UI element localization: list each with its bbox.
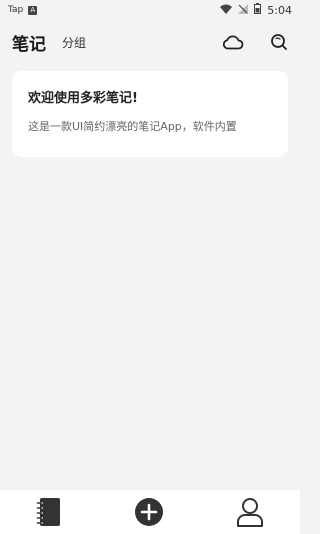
note-preview: 这是一款UI简约漂亮的笔记App，软件内置: [28, 120, 237, 133]
status-bar: Tap A 5:04: [0, 0, 300, 20]
profile-icon[interactable]: [236, 497, 264, 527]
app-header: 笔记 分组: [0, 26, 300, 58]
no-signal-icon: [238, 3, 249, 17]
note-title: 欢迎使用多彩笔记!: [28, 91, 138, 106]
search-icon[interactable]: [270, 33, 288, 51]
wifi-icon: [220, 4, 233, 17]
notification-a-icon: A: [28, 5, 38, 15]
battery-icon: [254, 3, 262, 17]
tab-groups[interactable]: 分组: [62, 34, 86, 51]
note-card[interactable]: 欢迎使用多彩笔记! 这是一款UI简约漂亮的笔记App，软件内置: [12, 71, 288, 157]
carrier-label: Tap: [8, 5, 24, 15]
notebook-icon[interactable]: [36, 497, 62, 527]
cloud-icon[interactable]: [222, 34, 244, 50]
bottom-nav: [0, 490, 300, 534]
time: 5:04: [267, 3, 292, 17]
page-title: 笔记: [12, 34, 46, 55]
add-icon[interactable]: [134, 497, 164, 527]
